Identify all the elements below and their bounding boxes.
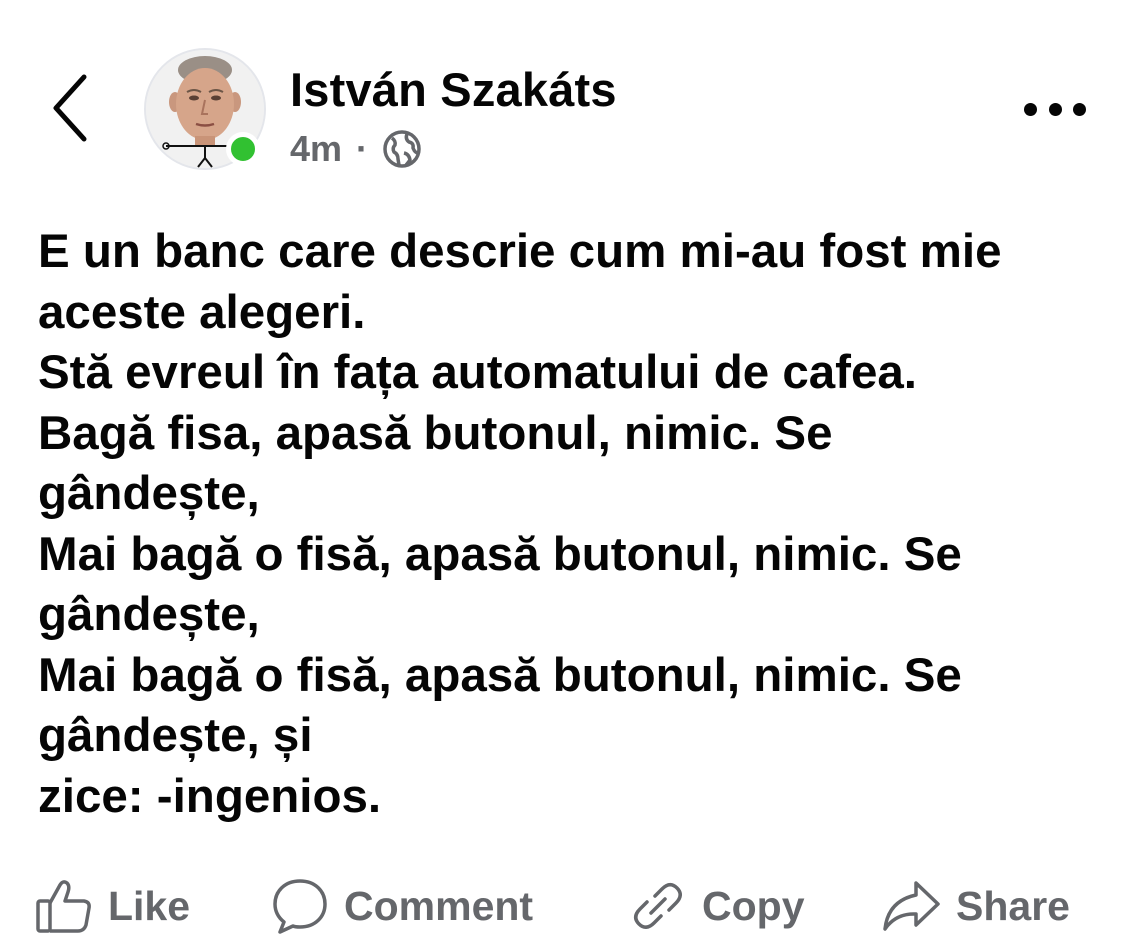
post-line: gândește, bbox=[38, 588, 260, 641]
like-label: Like bbox=[108, 882, 191, 929]
thumbs-up-icon bbox=[36, 880, 91, 933]
post-meta: 4m · bbox=[290, 124, 422, 174]
more-options-button[interactable] bbox=[1024, 92, 1086, 126]
author-name[interactable]: István Szakáts bbox=[290, 62, 617, 117]
comment-label: Comment bbox=[344, 882, 534, 929]
share-button[interactable]: Share bbox=[880, 876, 1070, 936]
post-line: Stă evreul în fața automatului de cafea. bbox=[38, 346, 918, 399]
post-line: Mai bagă o fisă, apasă butonul, nimic. S… bbox=[38, 527, 962, 581]
more-dot bbox=[1048, 102, 1062, 116]
link-icon bbox=[634, 883, 682, 929]
post-line: E un banc care descrie cum mi-au fost mi… bbox=[38, 225, 1002, 278]
share-arrow-icon bbox=[883, 881, 940, 931]
post-line: zice: -ingenios. bbox=[38, 769, 382, 823]
copy-label: Copy bbox=[702, 882, 805, 929]
more-horizontal-icon bbox=[1024, 102, 1037, 116]
comment-bubble-icon bbox=[273, 879, 327, 934]
post-line: gândește, bbox=[38, 467, 260, 520]
post-action-bar: Like Comment Copy Share bbox=[0, 870, 1125, 942]
post-timestamp[interactable]: 4m bbox=[290, 128, 342, 170]
post-body: E un banc care descrie cum mi-au fost mi… bbox=[38, 222, 1098, 827]
comment-button[interactable]: Comment bbox=[270, 876, 533, 936]
more-dot bbox=[1073, 102, 1086, 116]
post-line: gândește, și bbox=[38, 709, 313, 762]
online-status-indicator bbox=[226, 132, 260, 166]
share-label: Share bbox=[956, 882, 1070, 929]
globe-icon[interactable] bbox=[382, 129, 422, 169]
like-button[interactable]: Like bbox=[34, 876, 190, 936]
meta-separator: · bbox=[356, 128, 369, 169]
post-line: aceste alegeri. bbox=[38, 285, 366, 339]
chevron-left-icon bbox=[53, 74, 87, 142]
post-line: Bagă fisa, apasă butonul, nimic. Se bbox=[38, 406, 833, 460]
back-button[interactable] bbox=[40, 66, 100, 150]
copy-button[interactable]: Copy bbox=[628, 876, 805, 936]
post-line: Mai bagă o fisă, apasă butonul, nimic. S… bbox=[38, 648, 962, 702]
